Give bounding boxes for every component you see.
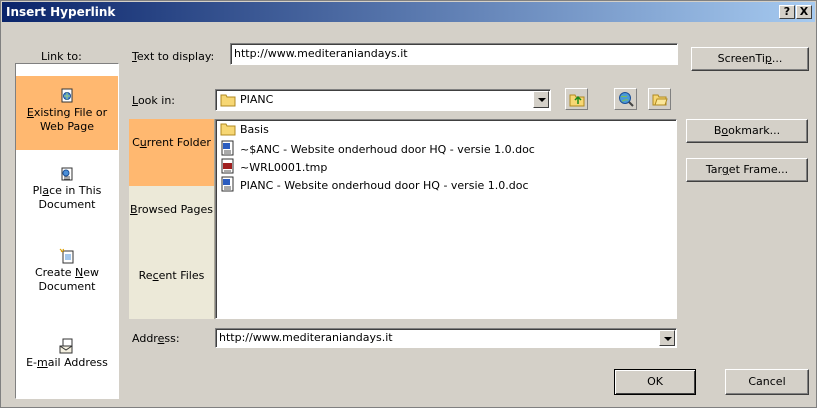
nav-recent-files[interactable]: Recent Files: [129, 269, 214, 305]
chevron-down-icon[interactable]: [659, 330, 675, 346]
insert-hyperlink-dialog: Insert Hyperlink ? X Link to: Existing F…: [0, 0, 817, 408]
open-folder-icon: [652, 94, 668, 106]
sidebar-item-create-new-document[interactable]: Create New Document: [16, 248, 118, 308]
look-in-label: Look in:: [132, 94, 175, 107]
folder-icon: [220, 123, 236, 136]
list-item[interactable]: Basis: [220, 122, 269, 138]
list-item[interactable]: PIANC - Website onderhoud door HQ - vers…: [220, 176, 529, 192]
tmp-file-icon: [221, 158, 234, 174]
dialog-title: Insert Hyperlink: [6, 5, 116, 19]
help-button[interactable]: ?: [779, 5, 795, 19]
browse-file-button[interactable]: [648, 88, 671, 110]
place-in-document-icon: [61, 167, 73, 181]
text-to-display-input[interactable]: http://www.mediteraniandays.it: [230, 43, 678, 65]
chevron-down-icon[interactable]: [533, 91, 549, 108]
globe-search-icon: [619, 92, 634, 107]
ok-button[interactable]: OK: [614, 369, 696, 395]
address-value: http://www.mediteraniandays.it: [219, 331, 393, 344]
browse-web-button[interactable]: [614, 88, 637, 110]
word-doc-icon: [221, 176, 234, 192]
sidebar-item-email-address[interactable]: E-mail Address: [16, 338, 118, 382]
sidebar-item-label: Create New Document: [34, 266, 100, 293]
nav-browsed-pages[interactable]: Browsed Pages: [129, 203, 214, 239]
folder-icon: [220, 94, 236, 107]
bookmark-button[interactable]: Bookmark...: [686, 119, 808, 143]
sidebar-item-label: Place in This Document: [32, 184, 102, 211]
list-item[interactable]: ~WRL0001.tmp: [220, 158, 327, 174]
existing-file-icon: [61, 88, 73, 103]
up-folder-icon: [569, 94, 585, 107]
text-to-display-label: Text to display:: [132, 50, 215, 63]
sidebar-item-existing-file[interactable]: Existing File or Web Page: [16, 76, 118, 150]
title-bar[interactable]: Insert Hyperlink ? X: [2, 2, 815, 22]
navigation-pane: Current Folder Browsed Pages Recent File…: [129, 119, 215, 319]
look-in-dropdown[interactable]: PIANC: [215, 89, 551, 111]
screentip-button[interactable]: ScreenTip...: [691, 47, 809, 71]
address-label: Address:: [132, 332, 180, 345]
new-document-icon: [59, 248, 74, 264]
close-button[interactable]: X: [796, 5, 812, 19]
email-icon: [59, 338, 73, 354]
look-in-value: PIANC: [240, 93, 274, 106]
file-list[interactable]: Basis ~$ANC - Website onderhoud door HQ …: [215, 119, 677, 319]
list-item[interactable]: ~$ANC - Website onderhoud door HQ - vers…: [220, 140, 535, 156]
word-doc-icon: [221, 140, 234, 156]
sidebar-item-label: Existing File or Web Page: [26, 106, 108, 133]
link-to-sidebar: Existing File or Web Page Place in This …: [15, 63, 119, 399]
address-dropdown[interactable]: http://www.mediteraniandays.it: [215, 328, 677, 348]
sidebar-item-label: E-mail Address: [26, 356, 108, 369]
link-to-label: Link to:: [41, 50, 82, 63]
up-folder-button[interactable]: [565, 88, 588, 110]
cancel-button[interactable]: Cancel: [725, 369, 809, 395]
sidebar-item-place-in-document[interactable]: Place in This Document: [16, 166, 118, 226]
nav-current-folder[interactable]: Current Folder: [129, 119, 214, 186]
target-frame-button[interactable]: Target Frame...: [686, 158, 808, 182]
